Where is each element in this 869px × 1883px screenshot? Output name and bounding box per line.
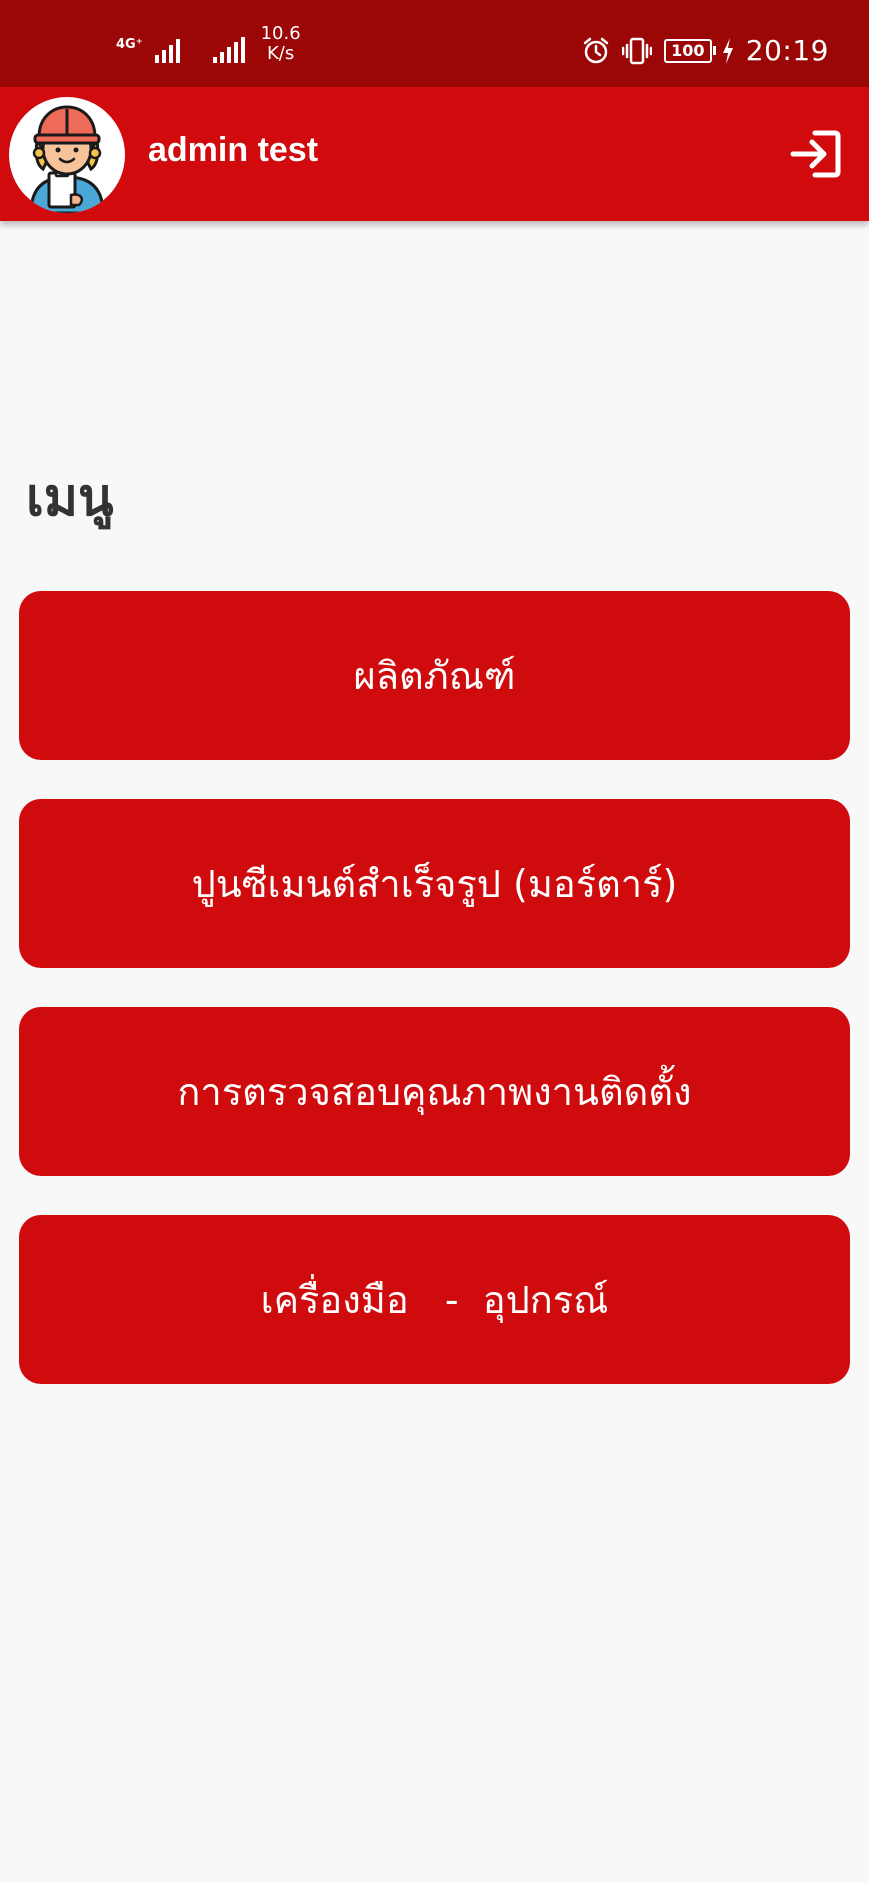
signal-strength-icon	[154, 39, 180, 63]
menu-button-products[interactable]: ผลิตภัณฑ์	[19, 591, 850, 760]
network-type-label: 4G⁺	[116, 36, 143, 52]
menu-button-installation-inspection[interactable]: การตรวจสอบคุณภาพงานติดตั้ง	[19, 1007, 850, 1176]
signal-strength-icon-2	[212, 37, 245, 63]
menu-list: ผลิตภัณฑ์ ปูนซีเมนต์สำเร็จรูป (มอร์ตาร์)…	[19, 591, 850, 1423]
network-speed-unit: K/s	[266, 43, 295, 64]
logout-icon	[790, 130, 841, 178]
status-bar-left: 4G⁺ 10.6 K/s	[116, 24, 301, 70]
logout-button[interactable]	[789, 129, 841, 179]
network-speed: 10.6 K/s	[261, 24, 301, 64]
battery-indicator: 100	[663, 38, 716, 63]
clock-time: 20:19	[745, 34, 829, 67]
battery-tip	[712, 46, 716, 55]
status-bar: 4G⁺ 10.6 K/s 100 20:19	[0, 0, 869, 87]
menu-button-tools-equipment[interactable]: เครื่องมือ - อุปกรณ์	[19, 1215, 850, 1384]
user-name-title: admin test	[148, 131, 319, 169]
avatar[interactable]	[9, 97, 125, 213]
menu-heading: เมนู	[26, 468, 114, 528]
vibrate-icon	[621, 37, 652, 64]
charging-icon	[722, 37, 733, 64]
app-bar: admin test	[0, 87, 869, 221]
status-bar-right: 100 20:19	[582, 34, 829, 67]
alarm-icon	[583, 37, 609, 63]
network-speed-value: 10.6	[260, 23, 301, 44]
battery-level: 100	[663, 38, 712, 63]
worker-avatar-icon	[29, 105, 105, 213]
menu-button-mortar[interactable]: ปูนซีเมนต์สำเร็จรูป (มอร์ตาร์)	[19, 799, 850, 968]
